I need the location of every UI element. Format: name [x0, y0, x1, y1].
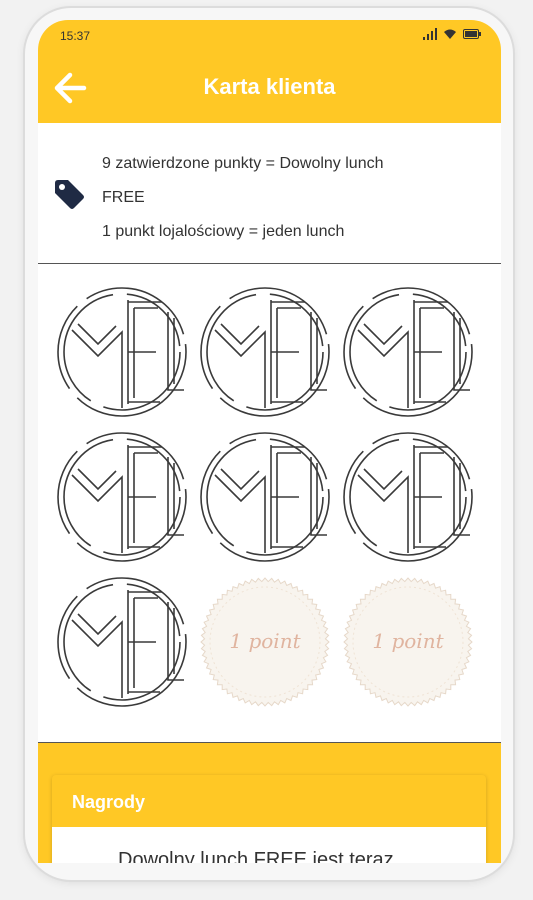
empty-stamp-label: 1 point [372, 629, 444, 653]
mel-logo: MEL [343, 432, 473, 562]
reward-text: Dowolny lunch FREE jest teraz [118, 849, 394, 863]
page-title: Karta klienta [203, 74, 336, 99]
status-bar: 15:37 [38, 20, 501, 52]
info-line-2: FREE [102, 189, 145, 206]
stamp-empty: 1 point [338, 572, 478, 712]
info-text: 9 zatwierdzone punkty = Dowolny lunch FR… [102, 147, 482, 249]
stamp-collected: MEL [338, 282, 478, 422]
mel-logo: MEL [200, 432, 330, 562]
signal-icon [423, 28, 437, 40]
battery-icon [463, 29, 481, 39]
wifi-icon [444, 29, 456, 39]
app-screen: 15:37 Karta klienta 9 zatwierdzone punkt… [38, 20, 501, 863]
status-icons [423, 28, 481, 40]
stamp-empty: 1 point [195, 572, 335, 712]
status-time: 15:37 [60, 29, 91, 43]
mel-logo: MEL [57, 287, 187, 417]
reward-bullet-icon: • [82, 857, 87, 863]
empty-stamp-badge: 1 point [343, 577, 473, 707]
tag-icon [55, 180, 84, 209]
info-line-1: 9 zatwierdzone punkty = Dowolny lunch [102, 155, 384, 172]
stamp-collected: MEL [52, 427, 192, 567]
mel-logo: MEL [57, 577, 187, 707]
mel-logo: MEL [200, 287, 330, 417]
stamp-collected: MEL [195, 427, 335, 567]
mel-logo: MEL [343, 287, 473, 417]
stamp-collected: MEL [52, 282, 192, 422]
reward-item[interactable]: • Dowolny lunch FREE jest teraz [52, 827, 486, 863]
stamp-collected: MEL [195, 282, 335, 422]
app-bar: Karta klienta [38, 52, 501, 123]
empty-stamp-badge: 1 point [200, 577, 330, 707]
stamp-grid: MEL MEL MEL MEL MEL MEL MEL 1 point 1 point [38, 264, 501, 742]
mel-logo: MEL [57, 432, 187, 562]
stamp-collected: MEL [338, 427, 478, 567]
stamp-collected: MEL [52, 572, 192, 712]
rewards-card: Nagrody • Dowolny lunch FREE jest teraz [52, 775, 486, 863]
info-line-3: 1 punkt lojalościowy = jeden lunch [102, 223, 345, 240]
loyalty-info: 9 zatwierdzone punkty = Dowolny lunch FR… [38, 123, 501, 264]
rewards-title: Nagrody [72, 792, 146, 812]
empty-stamp-label: 1 point [229, 629, 301, 653]
